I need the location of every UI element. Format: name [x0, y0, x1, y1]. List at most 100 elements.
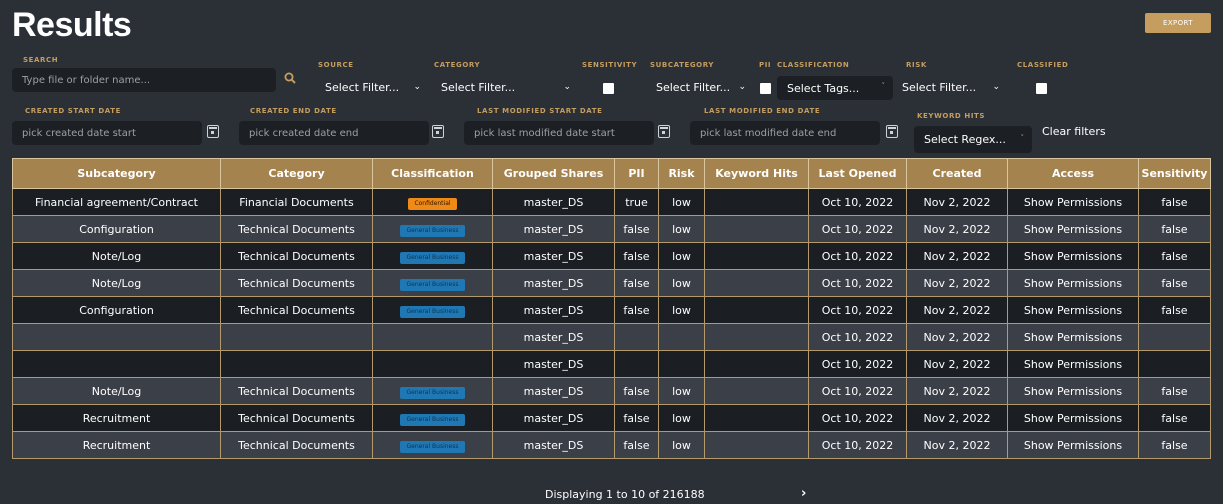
- created-start-input[interactable]: pick created date start: [12, 121, 202, 145]
- table-row[interactable]: Note/Log Technical Documents General Busin…: [12, 242, 1211, 270]
- column-header-sensitivity[interactable]: Sensitivity: [1138, 158, 1211, 189]
- cell-access[interactable]: Show Permissions: [1007, 323, 1139, 351]
- cell-access[interactable]: Show Permissions: [1007, 242, 1139, 270]
- cell-category: Technical Documents: [220, 377, 373, 405]
- cell-risk: low: [658, 188, 705, 216]
- modified-start-placeholder: pick last modified date start: [474, 127, 615, 139]
- column-header-risk[interactable]: Risk: [658, 158, 705, 189]
- column-header-keyword-hits[interactable]: Keyword Hits: [704, 158, 809, 189]
- cell-access[interactable]: Show Permissions: [1007, 404, 1139, 432]
- cell-keyword-hits: [704, 269, 809, 297]
- cell-access[interactable]: Show Permissions: [1007, 350, 1139, 378]
- modified-end-label: LAST MODIFIED END DATE: [704, 107, 821, 115]
- cell-created: Nov 2, 2022: [906, 296, 1008, 324]
- column-header-classification[interactable]: Classification: [372, 158, 493, 189]
- calendar-icon[interactable]: [658, 125, 670, 138]
- cell-access[interactable]: Show Permissions: [1007, 215, 1139, 243]
- export-button[interactable]: EXPORT: [1145, 13, 1211, 33]
- source-select-value: Select Filter...: [325, 80, 400, 94]
- cell-access[interactable]: Show Permissions: [1007, 188, 1139, 216]
- cell-shares: master_DS: [492, 350, 615, 378]
- sensitivity-label: SENSITIVITY: [582, 61, 638, 69]
- modified-start-label: LAST MODIFIED START DATE: [477, 107, 603, 115]
- page-title: Results: [12, 6, 132, 44]
- column-header-grouped-shares[interactable]: Grouped Shares: [492, 158, 615, 189]
- cell-classification: [372, 323, 493, 351]
- table-body: Financial agreement/Contract Financial Do…: [12, 188, 1211, 459]
- category-label: CATEGORY: [434, 61, 481, 69]
- table-row[interactable]: Financial agreement/Contract Financial Do…: [12, 188, 1211, 216]
- calendar-icon[interactable]: [886, 125, 898, 138]
- classification-select[interactable]: Select Tags... ˅: [777, 76, 893, 100]
- cell-category: [220, 350, 373, 378]
- source-select[interactable]: Select Filter... ⌄: [321, 75, 427, 99]
- cell-sensitivity: false: [1138, 404, 1211, 432]
- modified-end-placeholder: pick last modified date end: [700, 127, 837, 139]
- table-row[interactable]: master_DS Oct 10, 2022 Nov 2, 2022 Show Per…: [12, 350, 1211, 378]
- created-end-placeholder: pick created date end: [249, 127, 359, 139]
- table-row[interactable]: Recruitment Technical Documents General Bu…: [12, 404, 1211, 432]
- cell-keyword-hits: [704, 404, 809, 432]
- cell-shares: master_DS: [492, 269, 615, 297]
- table-row[interactable]: Note/Log Technical Documents General Busin…: [12, 269, 1211, 297]
- cell-created: Nov 2, 2022: [906, 215, 1008, 243]
- chevron-right-icon[interactable]: ›: [801, 486, 806, 501]
- cell-created: Nov 2, 2022: [906, 269, 1008, 297]
- clear-filters-link[interactable]: Clear filters: [1042, 125, 1106, 138]
- column-header-created[interactable]: Created: [906, 158, 1008, 189]
- cell-shares: master_DS: [492, 296, 615, 324]
- classified-checkbox[interactable]: [1036, 83, 1047, 94]
- cell-access[interactable]: Show Permissions: [1007, 269, 1139, 297]
- search-label: SEARCH: [23, 56, 59, 64]
- cell-subcategory: [12, 350, 221, 378]
- sensitivity-checkbox[interactable]: [603, 83, 614, 94]
- cell-subcategory: Note/Log: [12, 377, 221, 405]
- cell-last-opened: Oct 10, 2022: [808, 188, 907, 216]
- calendar-icon[interactable]: [207, 125, 219, 138]
- classification-badge: General Business: [400, 440, 465, 453]
- cell-risk: [658, 323, 705, 351]
- column-header-access[interactable]: Access: [1007, 158, 1139, 189]
- cell-classification: General Business: [372, 242, 493, 270]
- risk-select[interactable]: Select Filter... ⌄: [898, 75, 1006, 99]
- cell-sensitivity: false: [1138, 269, 1211, 297]
- table-row[interactable]: Configuration Technical Documents General …: [12, 296, 1211, 324]
- cell-category: Technical Documents: [220, 296, 373, 324]
- cell-created: Nov 2, 2022: [906, 431, 1008, 459]
- calendar-icon[interactable]: [432, 125, 444, 138]
- modified-end-input[interactable]: pick last modified date end: [690, 121, 880, 145]
- cell-access[interactable]: Show Permissions: [1007, 377, 1139, 405]
- cell-access[interactable]: Show Permissions: [1007, 431, 1139, 459]
- results-table: Subcategory Category Classification Grouped…: [12, 158, 1211, 459]
- keyword-hits-label: KEYWORD HITS: [917, 112, 986, 120]
- table-row[interactable]: Recruitment Technical Documents General Bu…: [12, 431, 1211, 459]
- subcategory-select[interactable]: Select Filter... ⌄: [652, 75, 752, 99]
- cell-access[interactable]: Show Permissions: [1007, 296, 1139, 324]
- search-icon[interactable]: [284, 72, 296, 84]
- table-row[interactable]: Configuration Technical Documents General …: [12, 215, 1211, 243]
- cell-classification: Confidential: [372, 188, 493, 216]
- classification-badge: General Business: [400, 224, 465, 237]
- cell-pii: false: [614, 296, 659, 324]
- classification-badge: General Business: [400, 413, 465, 426]
- keyword-hits-select[interactable]: Select Regex... ˅: [914, 126, 1032, 153]
- search-input[interactable]: Type file or folder name...: [12, 68, 276, 92]
- pii-checkbox[interactable]: [760, 83, 771, 94]
- table-row[interactable]: master_DS Oct 10, 2022 Nov 2, 2022 Show Per…: [12, 323, 1211, 351]
- column-header-last-opened[interactable]: Last Opened: [808, 158, 907, 189]
- category-select[interactable]: Select Filter... ⌄: [437, 75, 577, 99]
- cell-last-opened: Oct 10, 2022: [808, 269, 907, 297]
- cell-classification: General Business: [372, 215, 493, 243]
- created-end-input[interactable]: pick created date end: [239, 121, 429, 145]
- cell-shares: master_DS: [492, 242, 615, 270]
- modified-start-input[interactable]: pick last modified date start: [464, 121, 654, 145]
- column-header-pii[interactable]: PII: [614, 158, 659, 189]
- table-row[interactable]: Note/Log Technical Documents General Busin…: [12, 377, 1211, 405]
- column-header-category[interactable]: Category: [220, 158, 373, 189]
- cell-sensitivity: [1138, 323, 1211, 351]
- chevron-down-icon: ˅: [1020, 134, 1025, 142]
- source-label: SOURCE: [318, 61, 354, 69]
- subcategory-label: SUBCATEGORY: [650, 61, 715, 69]
- column-header-subcategory[interactable]: Subcategory: [12, 158, 221, 189]
- results-page: Results EXPORT SEARCH SOURCE CATEGORY SE…: [0, 0, 1223, 504]
